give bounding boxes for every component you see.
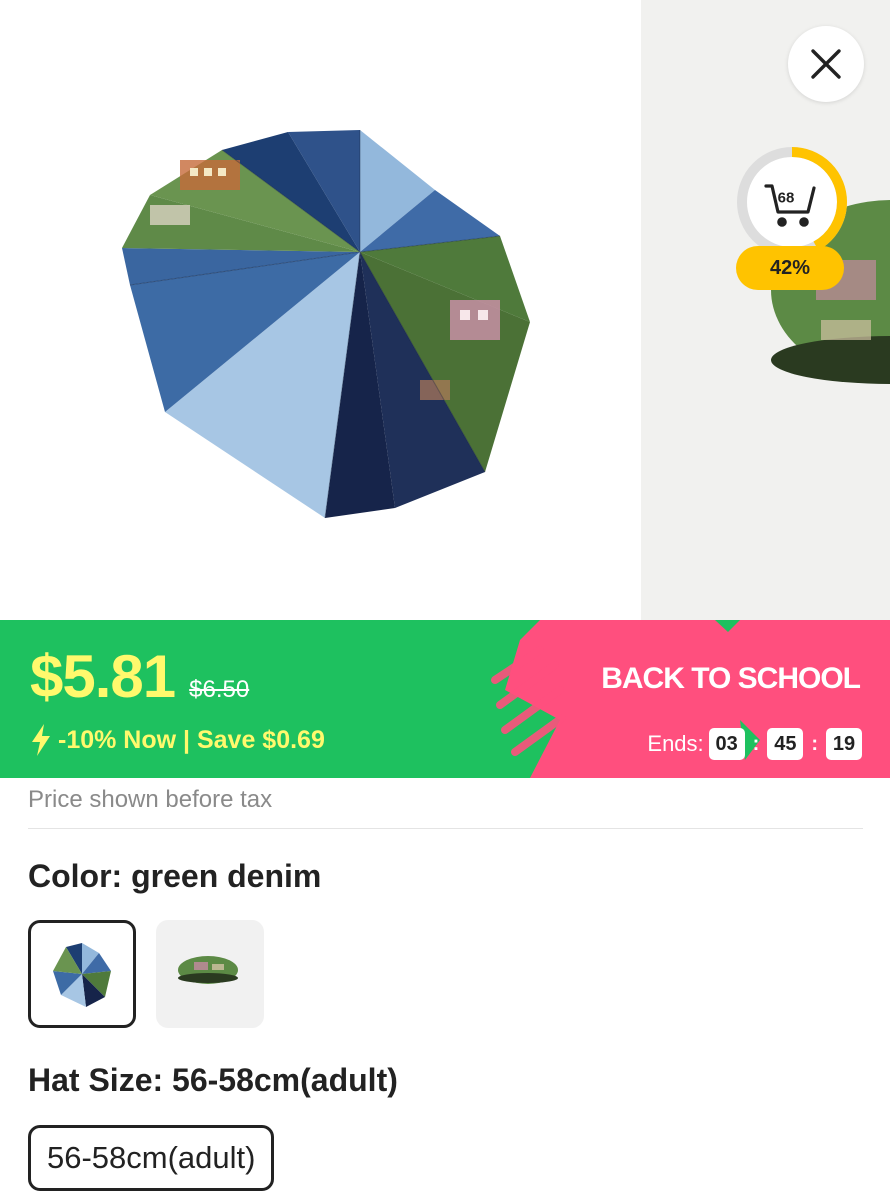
promo-banner: $5.81 $6.50 -10% Now | Save $0.69 BACK T… bbox=[0, 620, 890, 778]
close-button[interactable] bbox=[788, 26, 864, 102]
color-swatch-green-denim[interactable] bbox=[28, 920, 136, 1028]
countdown-minutes: 45 bbox=[767, 728, 804, 760]
beret-denim-image bbox=[122, 130, 530, 519]
close-icon bbox=[811, 49, 841, 79]
campaign-title: BACK TO SCHOOL bbox=[601, 662, 861, 695]
countdown-separator: : bbox=[752, 732, 760, 755]
color-swatch-green[interactable] bbox=[156, 920, 264, 1028]
discount-text: -10% Now | Save $0.69 bbox=[58, 725, 325, 754]
countdown-separator: : bbox=[811, 732, 818, 755]
countdown-timer: Ends: 03 : 45 : 19 bbox=[647, 728, 862, 760]
lightning-icon bbox=[32, 724, 50, 756]
cart-widget[interactable]: 68 42% bbox=[736, 146, 848, 296]
swatch-denim-image bbox=[53, 943, 111, 1007]
price-block: $5.81 $6.50 bbox=[30, 642, 249, 711]
beret-green-image bbox=[771, 200, 890, 384]
tax-note: Price shown before tax bbox=[28, 786, 273, 813]
divider bbox=[28, 828, 863, 829]
current-price: $5.81 bbox=[30, 643, 176, 710]
cart-count: 68 bbox=[777, 189, 795, 207]
product-image-main[interactable] bbox=[0, 0, 640, 620]
size-option-56-58cm[interactable]: 56-58cm(adult) bbox=[28, 1125, 275, 1191]
swatch-green-image bbox=[178, 956, 238, 984]
discount-line: -10% Now | Save $0.69 bbox=[30, 724, 325, 756]
countdown-hours: 03 bbox=[708, 728, 745, 760]
size-label: Hat Size: 56-58cm(adult) bbox=[28, 1062, 398, 1098]
product-image-next-preview[interactable] bbox=[641, 0, 890, 620]
product-image-gallery[interactable]: 68 42% bbox=[0, 0, 890, 620]
countdown-label: Ends: bbox=[647, 731, 704, 756]
original-price: $6.50 bbox=[189, 676, 250, 703]
cart-percent-badge: 42% bbox=[736, 246, 844, 290]
countdown-seconds: 19 bbox=[826, 728, 862, 760]
cart-progress-ring: 68 bbox=[736, 146, 848, 258]
color-label: Color: green denim bbox=[28, 858, 322, 894]
